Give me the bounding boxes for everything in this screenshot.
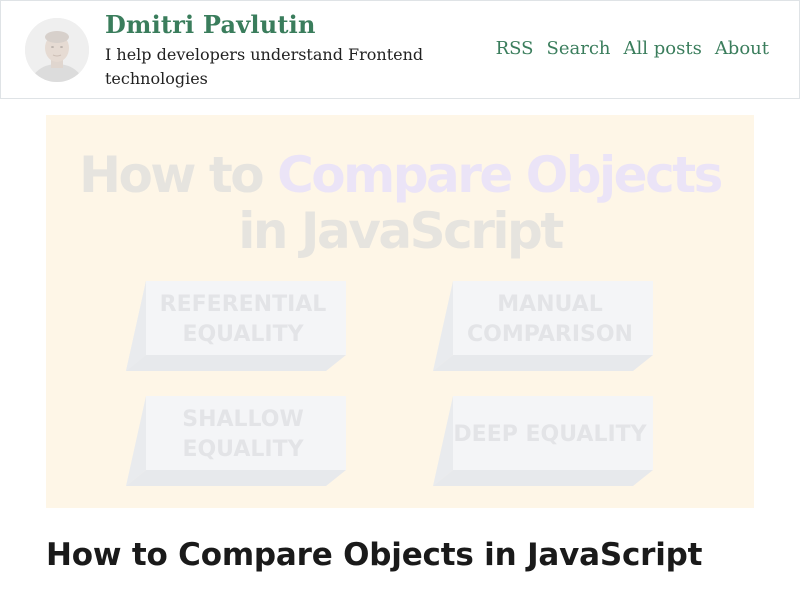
cover-box-label: MANUAL COMPARISON xyxy=(467,292,633,347)
main-nav: RSS Search All posts About xyxy=(496,38,769,59)
cover-title-line2: in JavaScript xyxy=(238,202,564,260)
cover-title-part1: How to xyxy=(79,146,278,204)
nav-link-search[interactable]: Search xyxy=(547,38,611,59)
nav-link-about[interactable]: About xyxy=(715,38,769,59)
nav-link-rss[interactable]: RSS xyxy=(496,38,534,59)
site-header: Dmitri Pavlutin I help developers unders… xyxy=(0,0,800,99)
article-title: How to Compare Objects in JavaScript xyxy=(46,537,703,573)
site-tagline: I help developers understand Frontend te… xyxy=(105,45,424,88)
avatar-photo xyxy=(25,18,89,82)
cover-box-referential: REFERENTIAL EQUALITY xyxy=(126,275,346,365)
cover-box-label: REFERENTIAL EQUALITY xyxy=(159,292,327,347)
cover-box-manual: MANUAL COMPARISON xyxy=(433,275,653,365)
cover-box-deep: DEEP EQUALITY xyxy=(433,390,653,480)
cover-box-label: SHALLOW EQUALITY xyxy=(182,407,304,462)
cover-title-accent: Compare Objects xyxy=(277,146,723,204)
cover-box-shallow: SHALLOW EQUALITY xyxy=(126,390,346,480)
site-name-link[interactable]: Dmitri Pavlutin xyxy=(105,10,316,39)
nav-link-all-posts[interactable]: All posts xyxy=(624,38,702,59)
post-cover-image: How to Compare Objects in JavaScript REF… xyxy=(46,115,754,508)
avatar[interactable] xyxy=(25,18,89,82)
cover-title-line1: How to Compare Objects xyxy=(46,147,754,203)
cover-box-label: DEEP EQUALITY xyxy=(453,422,647,447)
